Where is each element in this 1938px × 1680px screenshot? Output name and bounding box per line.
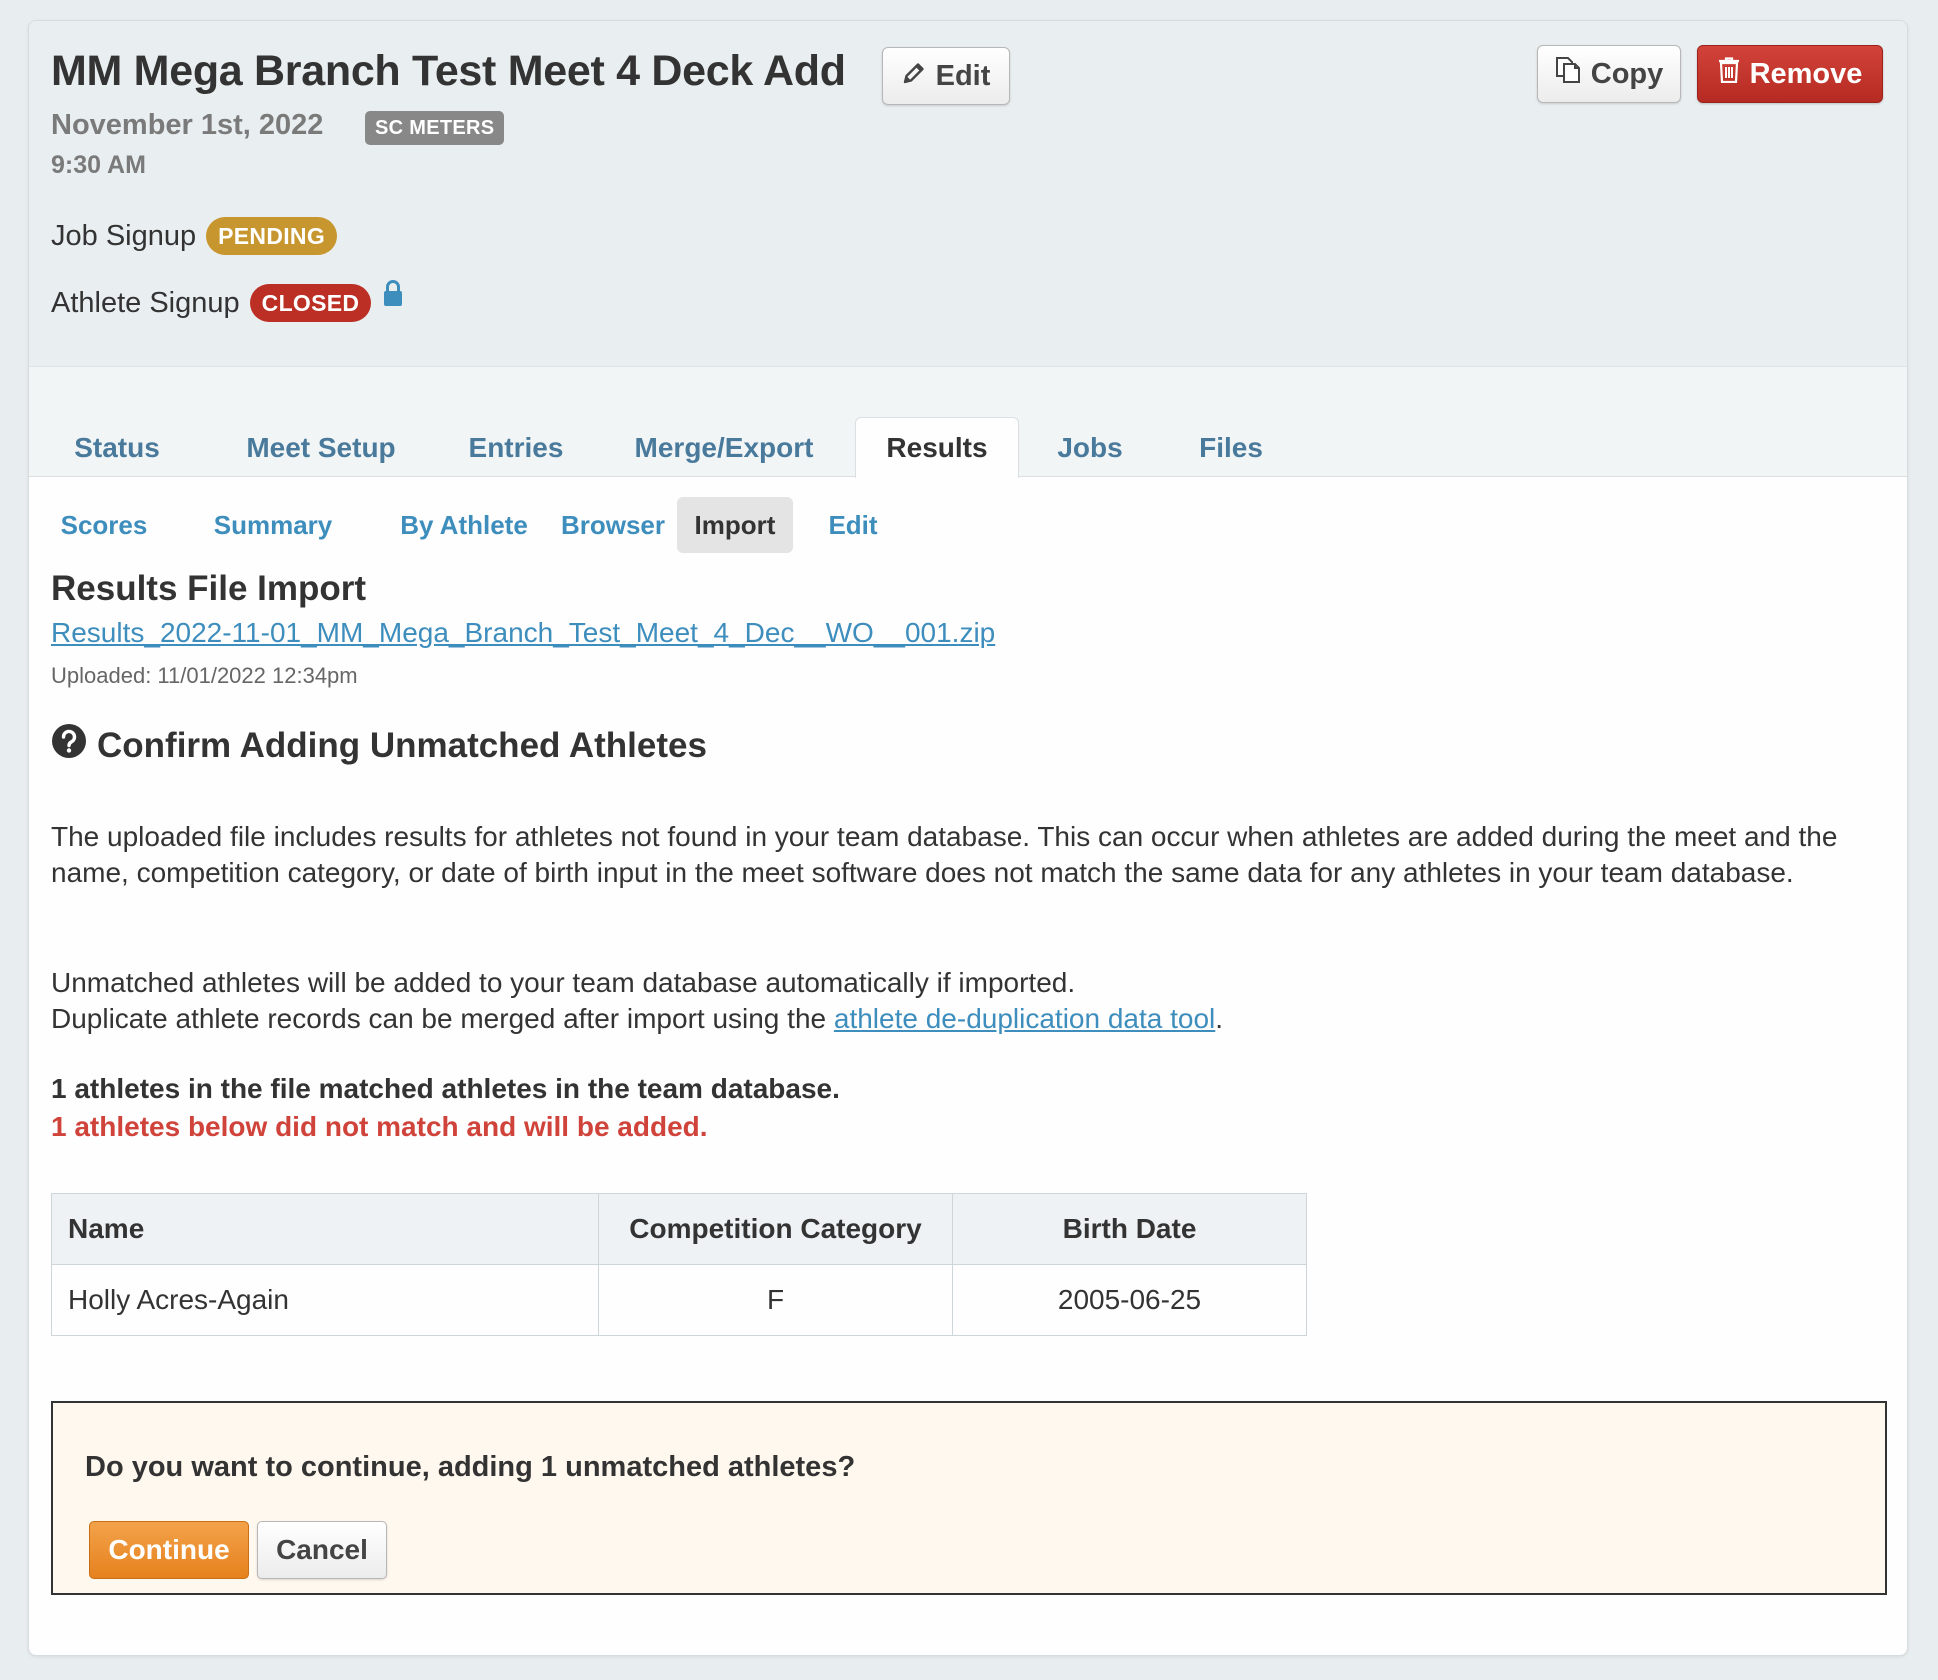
edit-label: Edit bbox=[935, 59, 991, 92]
confirm-heading: Confirm Adding Unmatched Athletes bbox=[51, 723, 707, 768]
column-header-name: Name bbox=[51, 1193, 599, 1265]
results-subtabs: Scores Summary By Athlete Browser Import… bbox=[29, 477, 1907, 557]
meet-tabs: Status Meet Setup Entries Merge/Export R… bbox=[29, 367, 1907, 478]
athlete-signup-label: Athlete Signup bbox=[51, 286, 240, 319]
import-note-line1: Unmatched athletes will be added to your… bbox=[51, 967, 1076, 998]
import-note-line2-suffix: . bbox=[1215, 1003, 1224, 1034]
job-signup-label: Job Signup bbox=[51, 219, 197, 252]
question-circle-icon bbox=[51, 723, 87, 768]
continue-question: Do you want to continue, adding 1 unmatc… bbox=[85, 1451, 856, 1483]
tab-files[interactable]: Files bbox=[1181, 419, 1281, 477]
athlete-dedup-tool-link[interactable]: athlete de-duplication data tool bbox=[834, 1003, 1215, 1034]
column-header-category: Competition Category bbox=[598, 1193, 953, 1265]
job-signup-status-badge: PENDING bbox=[206, 217, 338, 255]
tab-meet-setup[interactable]: Meet Setup bbox=[225, 419, 417, 477]
unmatched-explanation: The uploaded file includes results for a… bbox=[51, 821, 1838, 888]
course-badge: SC METERS bbox=[365, 111, 505, 145]
tab-status[interactable]: Status bbox=[51, 419, 183, 477]
meet-header: MM Mega Branch Test Meet 4 Deck Add Edit… bbox=[29, 21, 1907, 367]
subtab-edit[interactable]: Edit bbox=[813, 497, 893, 553]
copy-icon bbox=[1555, 56, 1581, 92]
job-signup: Job Signup PENDING bbox=[51, 217, 338, 255]
subtab-scores[interactable]: Scores bbox=[45, 497, 163, 553]
athlete-category-cell: F bbox=[598, 1264, 953, 1336]
continue-button[interactable]: Continue bbox=[89, 1521, 249, 1579]
results-file-import-title: Results File Import bbox=[51, 569, 367, 608]
tab-entries[interactable]: Entries bbox=[459, 419, 573, 477]
cancel-button[interactable]: Cancel bbox=[257, 1521, 387, 1579]
import-note: Unmatched athletes will be added to your… bbox=[51, 965, 1891, 1037]
column-header-birth-date: Birth Date bbox=[952, 1193, 1307, 1265]
meet-panel: MM Mega Branch Test Meet 4 Deck Add Edit… bbox=[28, 20, 1908, 1656]
meet-time: 9:30 AM bbox=[51, 151, 146, 179]
tab-merge-export[interactable]: Merge/Export bbox=[615, 419, 833, 477]
matched-athletes-summary: 1 athletes in the file matched athletes … bbox=[51, 1073, 840, 1104]
subtab-import[interactable]: Import bbox=[677, 497, 793, 553]
trash-icon bbox=[1718, 57, 1740, 91]
remove-label: Remove bbox=[1749, 57, 1863, 90]
unmatched-athletes-summary: 1 athletes below did not match and will … bbox=[51, 1111, 708, 1142]
athlete-signup-status-badge: CLOSED bbox=[249, 284, 372, 322]
table-header-row: Name Competition Category Birth Date bbox=[51, 1193, 1307, 1265]
results-file-link[interactable]: Results_2022-11-01_MM_Mega_Branch_Test_M… bbox=[51, 617, 995, 649]
remove-meet-button[interactable]: Remove bbox=[1697, 45, 1883, 103]
athlete-signup: Athlete Signup CLOSED bbox=[51, 280, 403, 322]
meet-date: November 1st, 2022 bbox=[51, 109, 324, 141]
copy-label: Copy bbox=[1590, 57, 1664, 90]
lock-icon bbox=[383, 279, 403, 315]
subtab-summary[interactable]: Summary bbox=[193, 497, 353, 553]
table-row: Holly Acres-Again F 2005-06-25 bbox=[51, 1264, 1307, 1336]
athlete-birth-date-cell: 2005-06-25 bbox=[952, 1264, 1307, 1336]
meet-title: MM Mega Branch Test Meet 4 Deck Add bbox=[51, 47, 846, 95]
uploaded-timestamp: Uploaded: 11/01/2022 12:34pm bbox=[51, 663, 358, 688]
continue-confirmation-box: Do you want to continue, adding 1 unmatc… bbox=[51, 1401, 1887, 1595]
unmatched-athletes-table: Name Competition Category Birth Date Hol… bbox=[51, 1193, 1307, 1336]
pencil-icon bbox=[902, 60, 926, 93]
subtab-by-athlete[interactable]: By Athlete bbox=[381, 497, 547, 553]
tab-results[interactable]: Results bbox=[855, 417, 1019, 478]
subtab-browser[interactable]: Browser bbox=[537, 497, 689, 553]
edit-meet-button[interactable]: Edit bbox=[882, 47, 1010, 105]
tab-jobs[interactable]: Jobs bbox=[1041, 419, 1139, 477]
athlete-name-cell: Holly Acres-Again bbox=[51, 1264, 599, 1336]
copy-meet-button[interactable]: Copy bbox=[1537, 45, 1681, 103]
import-note-line2-prefix: Duplicate athlete records can be merged … bbox=[51, 1003, 834, 1034]
confirm-heading-text: Confirm Adding Unmatched Athletes bbox=[97, 725, 707, 765]
